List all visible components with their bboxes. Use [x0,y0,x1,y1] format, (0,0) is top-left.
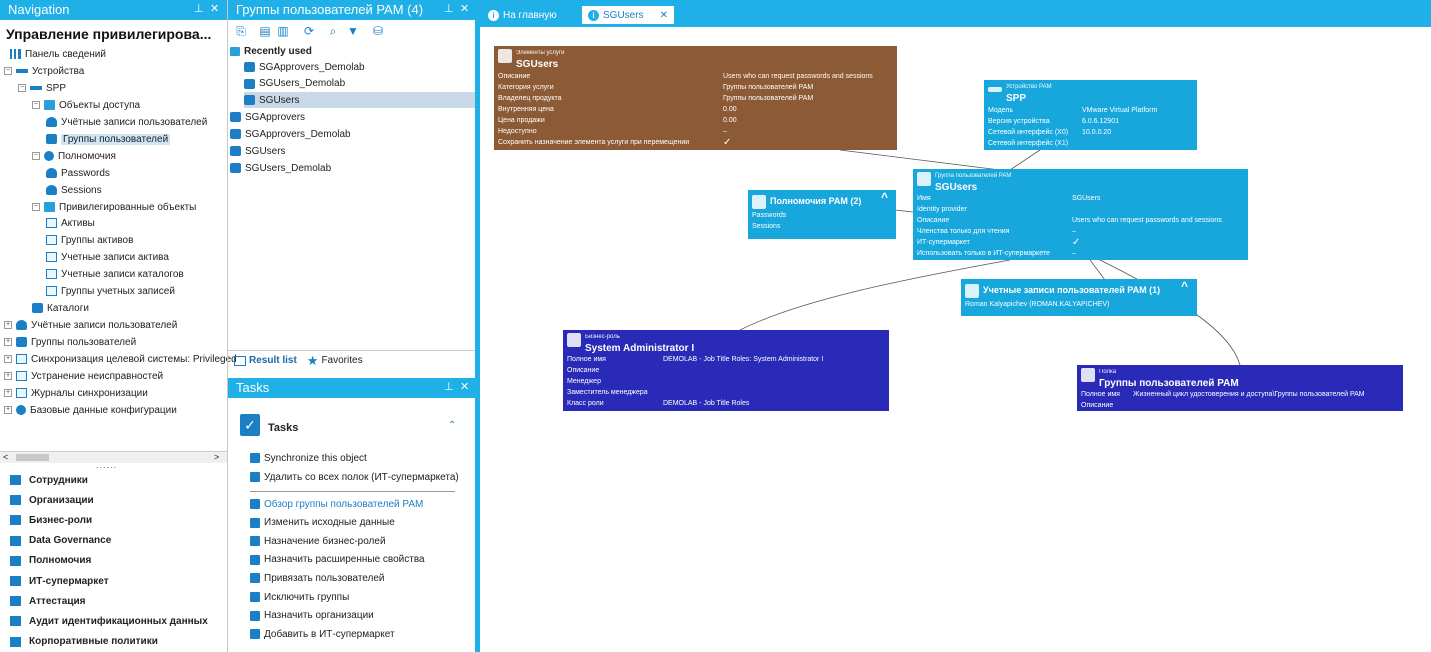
card-row: Владелец продукта Группы пользователей PA… [498,95,814,102]
card-body: Имя SGUsers Identity provider Описание Users… [913,193,1248,260]
card-body: Passwords Sessions [748,209,896,233]
card-row: Описание [1081,402,1114,409]
card-row: Класс роли DEMOLAB - Job Title Roles [567,400,750,407]
card-row: Недоступно – [498,128,727,135]
card-body: Полное имя Жизненный цикл удостоверения и… [1077,389,1403,411]
card-row: Identity provider [917,206,967,213]
card-service-item[interactable]: Элементы услуги SGUsers Описание Users who… [494,46,897,150]
card-row: Описание Users who can request passwords … [917,217,1222,224]
card-shelf[interactable]: Полка Группы пользователей PAM Полное имя… [1077,365,1403,411]
card-row: Passwords [752,212,787,219]
card-business-role[interactable]: Бизнес-роль System Administrator I Полное… [563,330,889,411]
card-device[interactable]: Устройство PAM SPP Модель VMware Virtual P… [984,80,1197,150]
card-user-group[interactable]: Группа пользователей PAM SGUsers Имя SGUse… [913,169,1248,260]
card-row: Модель VMware Virtual Platform [988,107,1158,114]
role-icon [567,333,581,347]
chevron-up-icon[interactable]: ^ [881,191,888,203]
group-icon [917,172,931,186]
person-icon [965,284,979,298]
card-row: Сохранить назначение элемента услуги при… [498,137,732,148]
card-body: Описание Users who can request passwords … [494,70,897,149]
card-row: Sessions [752,223,781,230]
card-row: Внутренняя цена 0.00 [498,106,737,113]
card-row: Полное имя Жизненный цикл удостоверения и… [1081,391,1365,398]
card-row: Имя SGUsers [917,195,1101,202]
card-row: Roman Kalyapichev (ROMAN.KALYAPICHEV) [965,301,1110,308]
card-row: Полное имя DEMOLAB - Job Title Roles: Sys… [567,356,824,363]
box-icon [498,49,512,63]
card-body: Модель VMware Virtual Platform Версия устр… [984,104,1197,150]
device-icon [988,87,1002,92]
card-row: Цена продажи 0.00 [498,117,737,124]
card-row: Описание Users who can request passwords … [498,73,873,80]
card-row: Описание [567,367,600,374]
chevron-up-icon[interactable]: ^ [1181,280,1188,292]
card-row: Членства только для чтения – [917,228,1076,235]
cart-icon [1081,368,1095,382]
key-icon [752,195,766,209]
card-row: Сетевой интерфейс (X0) 10.0.0.20 [988,129,1112,136]
card-row: Сетевой интерфейс (X1) [988,140,1069,147]
card-body: Roman Kalyapichev (ROMAN.KALYAPICHEV) [961,298,1197,311]
card-entitlements[interactable]: Полномочия PAM (2) Passwords Sessions ^ [748,190,896,239]
card-row: ИТ-супермаркет ✓ [917,237,1081,248]
card-row: Менеджер [567,378,601,385]
card-user-accounts[interactable]: Учетные записи пользователей PAM (1) Rom… [961,279,1197,316]
card-body: Полное имя DEMOLAB - Job Title Roles: Sys… [563,354,889,410]
card-row: Использовать только в ИТ-супермаркете – [917,250,1076,257]
card-row: Версия устройства 6.0.6.12901 [988,118,1119,125]
card-row: Заместитель менеджера [567,389,648,396]
card-row: Категория услуги Группы пользователей PAM [498,84,814,91]
